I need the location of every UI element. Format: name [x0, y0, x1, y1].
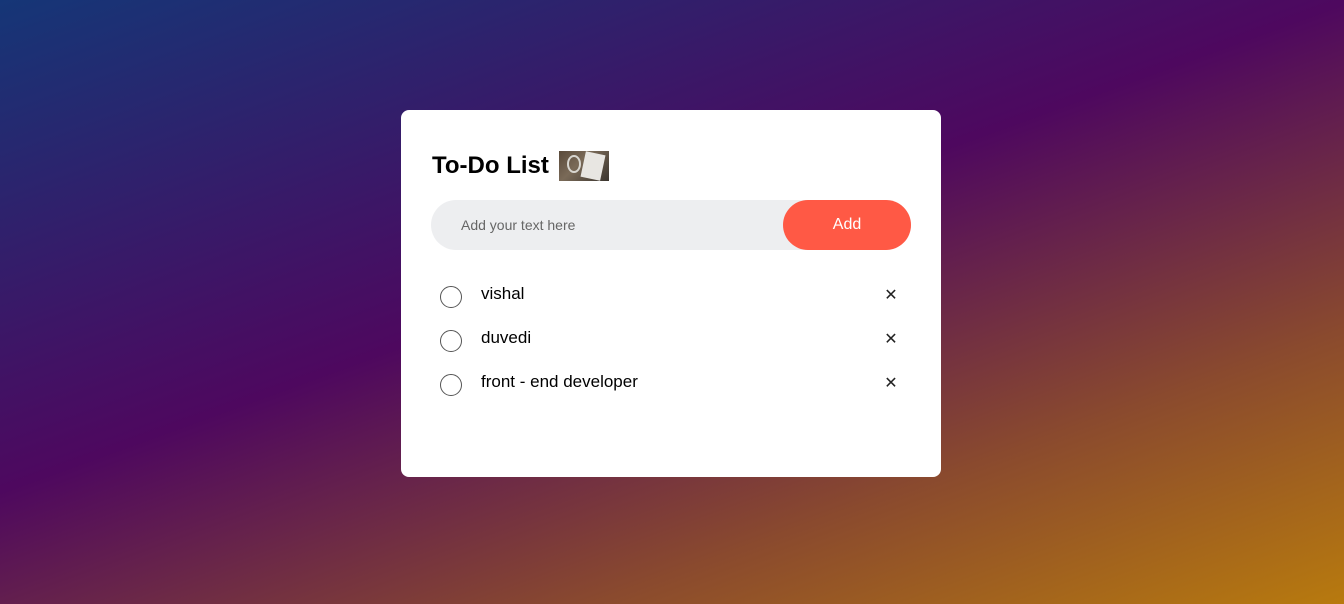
- task-input[interactable]: [431, 217, 783, 233]
- list-item[interactable]: vishal ✕: [431, 276, 911, 320]
- task-text: front - end developer: [481, 372, 638, 391]
- title-row: To-Do List: [432, 150, 911, 182]
- task-text: vishal: [481, 284, 525, 303]
- close-icon[interactable]: ✕: [881, 330, 901, 350]
- unchecked-circle-icon[interactable]: [440, 330, 462, 352]
- list-item[interactable]: duvedi ✕: [431, 320, 911, 364]
- unchecked-circle-icon[interactable]: [440, 286, 462, 308]
- unchecked-circle-icon[interactable]: [440, 374, 462, 396]
- page-title: To-Do List: [432, 152, 549, 179]
- todo-list: vishal ✕ duvedi ✕ front - end developer …: [431, 276, 911, 408]
- clipboard-image-icon: [558, 151, 609, 181]
- close-icon[interactable]: ✕: [881, 374, 901, 394]
- paper-shape: [580, 151, 606, 181]
- task-text: duvedi: [481, 328, 532, 347]
- add-button[interactable]: Add: [783, 200, 911, 250]
- close-icon[interactable]: ✕: [881, 286, 901, 306]
- input-row: Add: [431, 200, 911, 250]
- cord-shape: [566, 155, 581, 173]
- todo-card: To-Do List Add vishal ✕ duvedi ✕ front -…: [401, 110, 941, 477]
- list-item[interactable]: front - end developer ✕: [431, 364, 911, 408]
